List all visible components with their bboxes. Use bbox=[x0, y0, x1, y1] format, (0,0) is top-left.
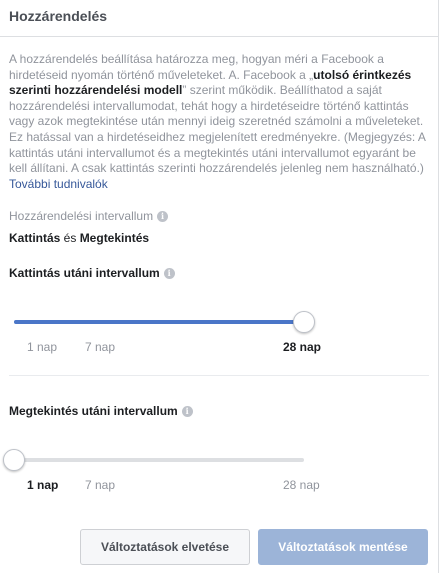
view-option-7-days[interactable]: 7 nap bbox=[85, 478, 115, 492]
slider-track[interactable] bbox=[14, 458, 304, 462]
view-option-28-days[interactable]: 28 nap bbox=[283, 478, 320, 492]
section-divider bbox=[9, 375, 429, 376]
info-icon[interactable]: i bbox=[181, 406, 193, 417]
info-icon[interactable]: i bbox=[157, 211, 169, 222]
attribution-panel: Hozzárendelés A hozzárendelés beállítása… bbox=[0, 0, 439, 573]
click-window-label-text: Kattintás utáni intervallum bbox=[9, 266, 160, 280]
panel-header: Hozzárendelés bbox=[0, 0, 439, 37]
attribution-description: A hozzárendelés beállítása határozza meg… bbox=[9, 52, 433, 192]
attribution-window-label-text: Hozzárendelési intervallum bbox=[9, 209, 154, 223]
discard-changes-button[interactable]: Változtatások elvetése bbox=[80, 529, 250, 565]
attribution-window-label: Hozzárendelési intervallum i bbox=[9, 209, 169, 223]
view-window-slider[interactable] bbox=[3, 449, 304, 471]
click-window-slider[interactable] bbox=[14, 311, 315, 333]
view-option-1-day[interactable]: 1 nap bbox=[27, 478, 58, 492]
view-window-label: Megtekintés utáni intervallum i bbox=[9, 404, 193, 418]
window-value-click: Kattintás bbox=[9, 231, 61, 245]
slider-thumb[interactable] bbox=[293, 311, 315, 333]
click-window-label: Kattintás utáni intervallum i bbox=[9, 266, 175, 280]
learn-more-link[interactable]: További tudnivalók bbox=[9, 177, 108, 191]
window-value-view: Megtekintés bbox=[79, 231, 150, 245]
attribution-window-value: Kattintás és Megtekintés bbox=[9, 231, 149, 245]
panel-title: Hozzárendelés bbox=[9, 8, 108, 24]
save-changes-button[interactable]: Változtatások mentése bbox=[258, 529, 428, 565]
click-option-7-days[interactable]: 7 nap bbox=[85, 340, 115, 354]
window-value-connector: és bbox=[60, 231, 80, 245]
slider-thumb[interactable] bbox=[3, 449, 25, 471]
click-option-1-day[interactable]: 1 nap bbox=[27, 340, 57, 354]
info-icon[interactable]: i bbox=[163, 268, 175, 279]
slider-fill bbox=[14, 320, 304, 324]
view-window-label-text: Megtekintés utáni intervallum bbox=[9, 404, 178, 418]
click-option-28-days[interactable]: 28 nap bbox=[283, 340, 321, 354]
